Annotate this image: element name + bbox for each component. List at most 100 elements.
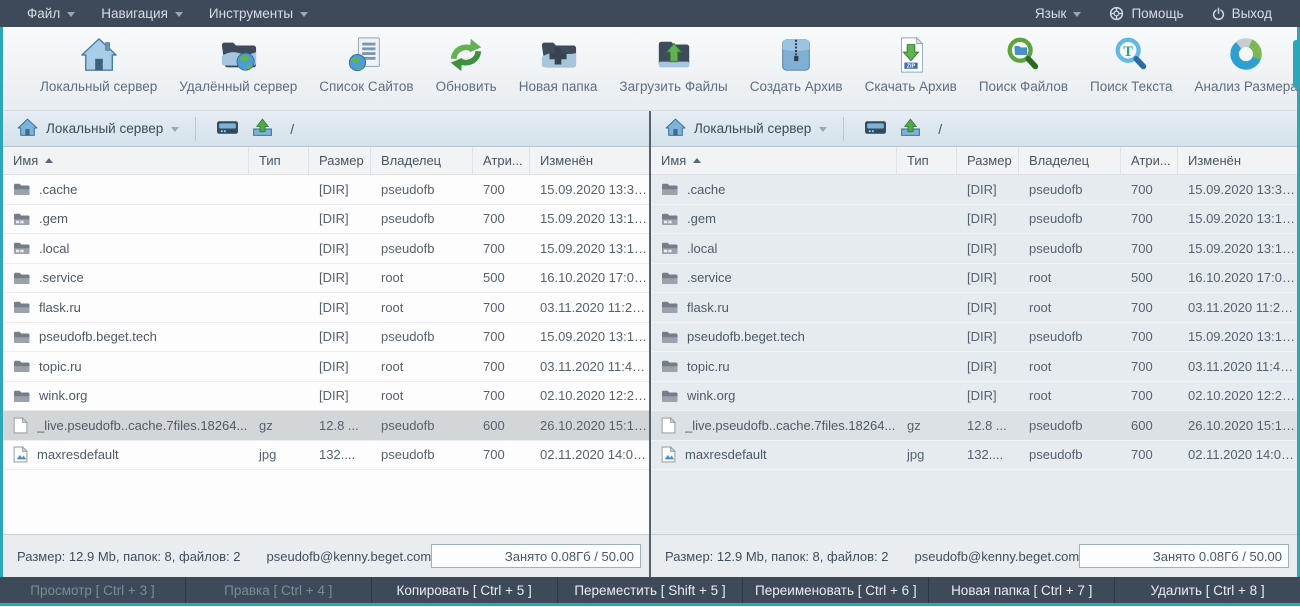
cell-name: .cache bbox=[3, 182, 249, 197]
tool-create-archive[interactable]: Создать Архив bbox=[739, 32, 854, 96]
menu-right: Язык Помощь Выход bbox=[1021, 0, 1286, 27]
cell-name: maxresdefault bbox=[651, 446, 897, 463]
table-row[interactable]: maxresdefaultjpg132....pseudofb70002.11.… bbox=[651, 441, 1297, 471]
btn-move[interactable]: Переместить [ Shift + 5 ] bbox=[557, 577, 743, 603]
menu-logout[interactable]: Выход bbox=[1198, 0, 1286, 27]
server-label: Локальный сервер bbox=[46, 121, 163, 136]
file-name: .gem bbox=[687, 211, 716, 226]
btn-rename[interactable]: Переименовать [ Ctrl + 6 ] bbox=[742, 577, 928, 603]
tool-new-folder[interactable]: Новая папка bbox=[508, 32, 609, 96]
column-header-attrs[interactable]: Атри... bbox=[473, 147, 530, 174]
column-header-size[interactable]: Размер bbox=[957, 147, 1019, 174]
menu-navigation[interactable]: Навигация bbox=[88, 0, 196, 27]
file-icon bbox=[661, 417, 676, 434]
parent-dir-button[interactable] bbox=[893, 116, 928, 142]
cell-attrs: 700 bbox=[473, 447, 530, 462]
table-row[interactable]: .gem[DIR]pseudofb70015.09.2020 13:12... bbox=[3, 205, 649, 235]
tool-remote-server[interactable]: Удалённый сервер bbox=[168, 32, 308, 96]
table-row[interactable]: topic.ru[DIR]root70003.11.2020 11:46... bbox=[651, 352, 1297, 382]
file-name: .service bbox=[39, 270, 84, 285]
home-icon bbox=[665, 118, 686, 140]
column-header-type[interactable]: Тип bbox=[249, 147, 309, 174]
table-row[interactable]: .local[DIR]pseudofb70015.09.2020 13:12..… bbox=[3, 234, 649, 264]
tool-refresh[interactable]: Обновить bbox=[425, 32, 508, 96]
up-dir-icon bbox=[251, 118, 274, 140]
btn-new-folder[interactable]: Новая папка [ Ctrl + 7 ] bbox=[928, 577, 1114, 603]
btn-copy[interactable]: Копировать [ Ctrl + 5 ] bbox=[371, 577, 557, 603]
cell-attrs: 700 bbox=[473, 359, 530, 374]
column-header-name[interactable]: Имя bbox=[3, 147, 249, 174]
column-header-name[interactable]: Имя bbox=[651, 147, 897, 174]
cell-attrs: 700 bbox=[1121, 329, 1178, 344]
file-name: flask.ru bbox=[687, 300, 729, 315]
tool-size-analysis[interactable]: Анализ Размера bbox=[1184, 32, 1300, 96]
column-header-modified[interactable]: Изменён bbox=[1178, 147, 1297, 174]
column-header-size[interactable]: Размер bbox=[309, 147, 371, 174]
menu-language[interactable]: Язык bbox=[1021, 0, 1096, 27]
file-name: .cache bbox=[39, 182, 77, 197]
file-name: .service bbox=[687, 270, 732, 285]
table-row[interactable]: topic.ru[DIR]root70003.11.2020 11:46... bbox=[3, 352, 649, 382]
parent-dir-button[interactable] bbox=[245, 116, 280, 142]
disk-select-button[interactable] bbox=[858, 117, 893, 141]
column-header-type[interactable]: Тип bbox=[897, 147, 957, 174]
cell-attrs: 700 bbox=[1121, 300, 1178, 315]
cell-name: topic.ru bbox=[651, 359, 897, 374]
column-header-attrs[interactable]: Атри... bbox=[1121, 147, 1178, 174]
tool-local-server[interactable]: Локальный сервер bbox=[29, 32, 168, 96]
menu-label: Файл bbox=[27, 6, 60, 21]
table-row[interactable]: .cache[DIR]pseudofb70015.09.2020 13:33..… bbox=[3, 175, 649, 205]
table-row[interactable]: maxresdefaultjpg132....pseudofb70002.11.… bbox=[3, 441, 649, 471]
server-dropdown[interactable]: Локальный сервер bbox=[13, 115, 187, 143]
menu-label: Выход bbox=[1232, 6, 1272, 21]
table-row[interactable]: flask.ru[DIR]root70003.11.2020 11:21... bbox=[3, 293, 649, 323]
cell-attrs: 500 bbox=[473, 270, 530, 285]
menu-file[interactable]: Файл bbox=[14, 0, 88, 27]
btn-delete[interactable]: Удалить [ Ctrl + 8 ] bbox=[1114, 577, 1300, 603]
cell-attrs: 700 bbox=[473, 388, 530, 403]
table-row[interactable]: .local[DIR]pseudofb70015.09.2020 13:12..… bbox=[651, 234, 1297, 264]
column-header-owner[interactable]: Владелец bbox=[371, 147, 473, 174]
tool-site-list[interactable]: Список Сайтов bbox=[308, 32, 424, 96]
tool-download-archive[interactable]: ZIPСкачать Архив bbox=[854, 32, 968, 96]
disk-select-button[interactable] bbox=[210, 117, 245, 141]
server-dropdown[interactable]: Локальный сервер bbox=[661, 115, 835, 143]
table-row[interactable]: wink.org[DIR]root70002.10.2020 12:25... bbox=[3, 382, 649, 412]
table-row[interactable]: .service[DIR]root50016.10.2020 17:04... bbox=[651, 264, 1297, 294]
file-name: flask.ru bbox=[39, 300, 81, 315]
tool-label: Обновить bbox=[436, 79, 497, 94]
table-row[interactable]: wink.org[DIR]root70002.10.2020 12:25... bbox=[651, 382, 1297, 412]
cell-name: _live.pseudofb..cache.7files.18264... bbox=[651, 417, 897, 434]
folder-icon bbox=[661, 182, 678, 196]
tool-search-text[interactable]: TПоиск Текста bbox=[1079, 32, 1184, 96]
cell-size: [DIR] bbox=[957, 388, 1019, 403]
cell-type: gz bbox=[897, 418, 957, 433]
tool-search-files[interactable]: Поиск Файлов bbox=[968, 32, 1079, 96]
file-name: maxresdefault bbox=[685, 447, 767, 462]
table-row[interactable]: pseudofb.beget.tech[DIR]pseudofb70015.09… bbox=[3, 323, 649, 353]
svg-text:T: T bbox=[1124, 44, 1134, 60]
column-header-owner[interactable]: Владелец bbox=[1019, 147, 1121, 174]
table-row[interactable]: .cache[DIR]pseudofb70015.09.2020 13:33..… bbox=[651, 175, 1297, 205]
menu-label: Язык bbox=[1035, 6, 1067, 21]
table-row[interactable]: _live.pseudofb..cache.7files.18264...gz1… bbox=[651, 411, 1297, 441]
chevron-down-icon bbox=[300, 12, 308, 17]
table-row[interactable]: .gem[DIR]pseudofb70015.09.2020 13:12... bbox=[651, 205, 1297, 235]
tool-upload-files[interactable]: Загрузить Файлы bbox=[608, 32, 738, 96]
cell-attrs: 700 bbox=[473, 329, 530, 344]
table-row[interactable]: pseudofb.beget.tech[DIR]pseudofb70015.09… bbox=[651, 323, 1297, 353]
cell-owner: root bbox=[1019, 270, 1121, 285]
file-table-header: ИмяТипРазмерВладелецАтри...Изменён bbox=[3, 147, 649, 175]
file-table-header: ИмяТипРазмерВладелецАтри...Изменён bbox=[651, 147, 1297, 175]
cell-owner: pseudofb bbox=[371, 182, 473, 197]
table-row[interactable]: _live.pseudofb..cache.7files.18264...gz1… bbox=[3, 411, 649, 441]
table-row[interactable]: .service[DIR]root50016.10.2020 17:04... bbox=[3, 264, 649, 294]
table-row[interactable]: flask.ru[DIR]root70003.11.2020 11:21... bbox=[651, 293, 1297, 323]
cell-size: [DIR] bbox=[309, 359, 371, 374]
folder-icon bbox=[661, 359, 678, 373]
menu-tools[interactable]: Инструменты bbox=[196, 0, 321, 27]
cell-modified: 02.11.2020 14:02... bbox=[1178, 447, 1297, 462]
menu-help[interactable]: Помощь bbox=[1095, 0, 1197, 27]
column-header-modified[interactable]: Изменён bbox=[530, 147, 649, 174]
current-path: / bbox=[290, 121, 294, 137]
